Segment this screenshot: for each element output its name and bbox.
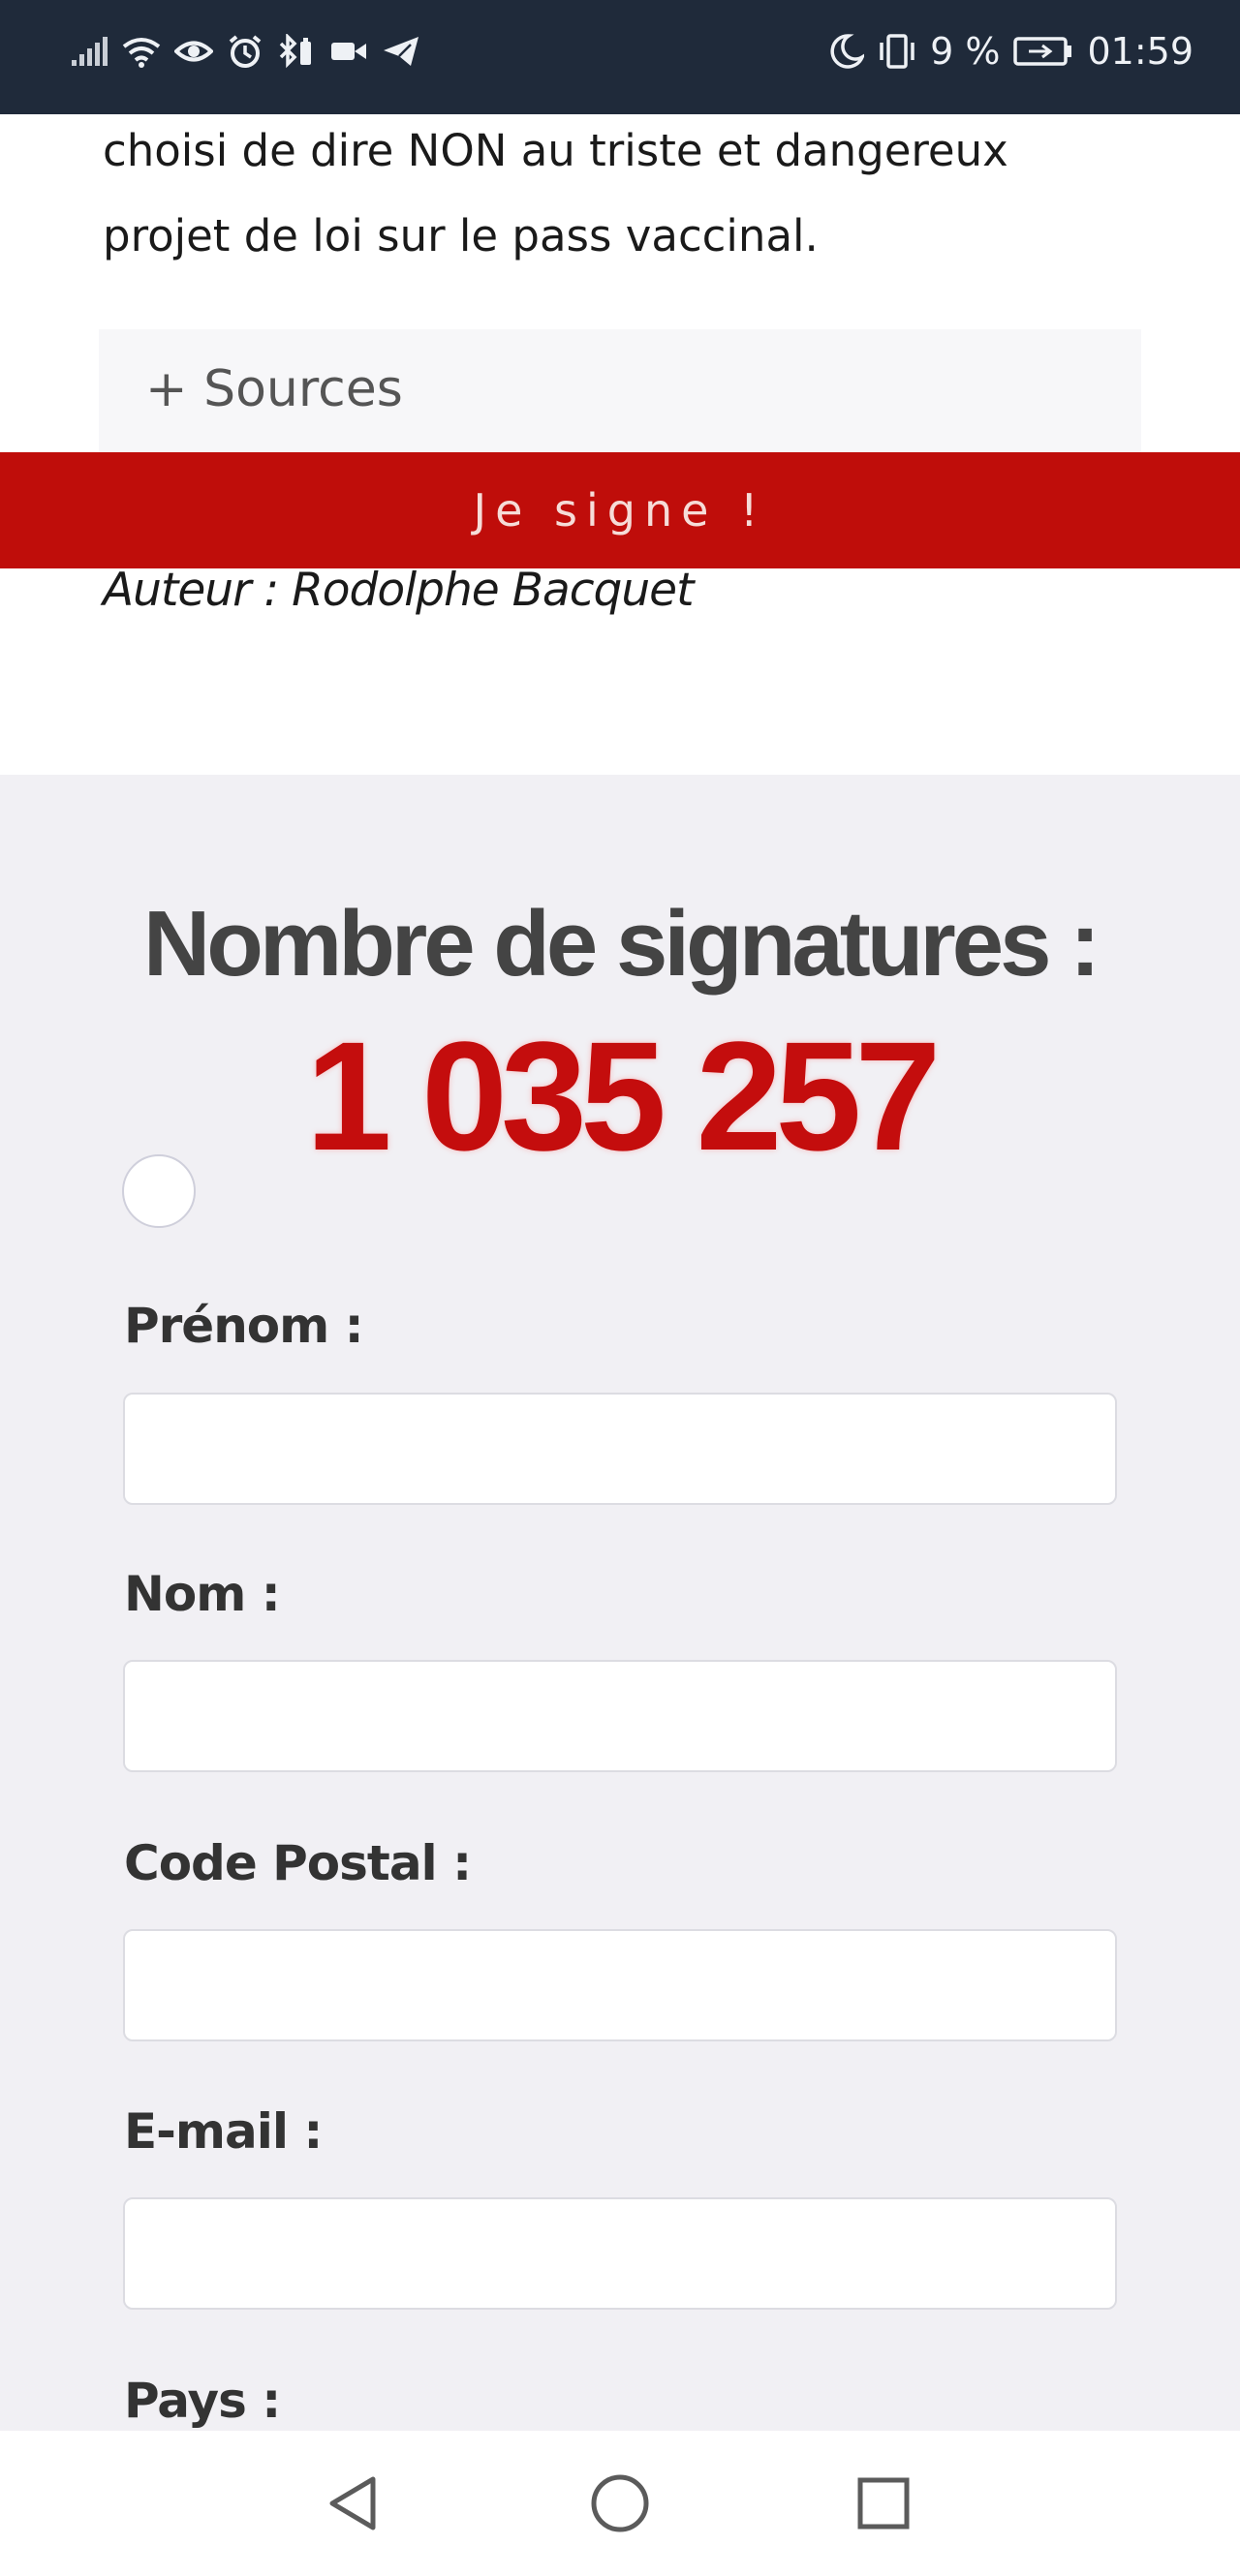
first-name-input[interactable] bbox=[123, 1393, 1117, 1505]
status-left-icons bbox=[70, 25, 420, 77]
status-right: 9 % 01:59 bbox=[829, 25, 1194, 77]
wifi-icon bbox=[122, 32, 161, 71]
email-label: E-mail : bbox=[124, 2103, 323, 2160]
sources-label: + Sources bbox=[145, 360, 403, 418]
sign-button[interactable]: Je signe ! bbox=[0, 452, 1240, 568]
article-text: choisi de dire NON au triste et dangereu… bbox=[103, 108, 1137, 279]
email-input[interactable] bbox=[123, 2197, 1117, 2310]
signal-icon bbox=[70, 32, 108, 71]
postal-code-label: Code Postal : bbox=[124, 1835, 472, 1891]
recents-icon[interactable] bbox=[845, 2465, 922, 2542]
sign-button-label: Je signe ! bbox=[473, 484, 767, 537]
signature-form-section: Nombre de signatures : 1 035 257 Prénom … bbox=[0, 775, 1240, 2431]
first-name-label: Prénom : bbox=[124, 1298, 364, 1354]
signatures-title: Nombre de signatures : bbox=[142, 892, 1100, 996]
author-credit: Auteur : Rodolphe Bacquet bbox=[103, 564, 694, 617]
moon-icon bbox=[829, 32, 865, 71]
sources-toggle[interactable]: + Sources bbox=[99, 329, 1141, 453]
country-label: Pays : bbox=[124, 2373, 281, 2429]
bluetooth-icon bbox=[277, 32, 316, 71]
radio-button[interactable] bbox=[122, 1154, 196, 1228]
clock: 01:59 bbox=[1087, 30, 1194, 73]
telegram-icon bbox=[382, 32, 420, 71]
video-icon bbox=[329, 32, 368, 71]
last-name-input[interactable] bbox=[123, 1660, 1117, 1772]
back-icon[interactable] bbox=[315, 2465, 392, 2542]
article-line: choisi de dire NON au triste et dangereu… bbox=[103, 125, 1008, 176]
navigation-bar bbox=[0, 2431, 1240, 2576]
last-name-label: Nom : bbox=[124, 1566, 281, 1622]
battery-percent: 9 % bbox=[930, 30, 1001, 73]
postal-code-input[interactable] bbox=[123, 1929, 1117, 2041]
home-icon[interactable] bbox=[581, 2465, 659, 2542]
battery-icon bbox=[1013, 32, 1073, 71]
signatures-count: 1 035 257 bbox=[305, 1009, 942, 1182]
status-bar: 9 % 01:59 bbox=[0, 0, 1240, 114]
vibrate-icon bbox=[878, 32, 916, 71]
article-line: projet de loi sur le pass vaccinal. bbox=[103, 210, 819, 261]
alarm-icon bbox=[227, 32, 264, 71]
eye-icon bbox=[174, 32, 213, 71]
